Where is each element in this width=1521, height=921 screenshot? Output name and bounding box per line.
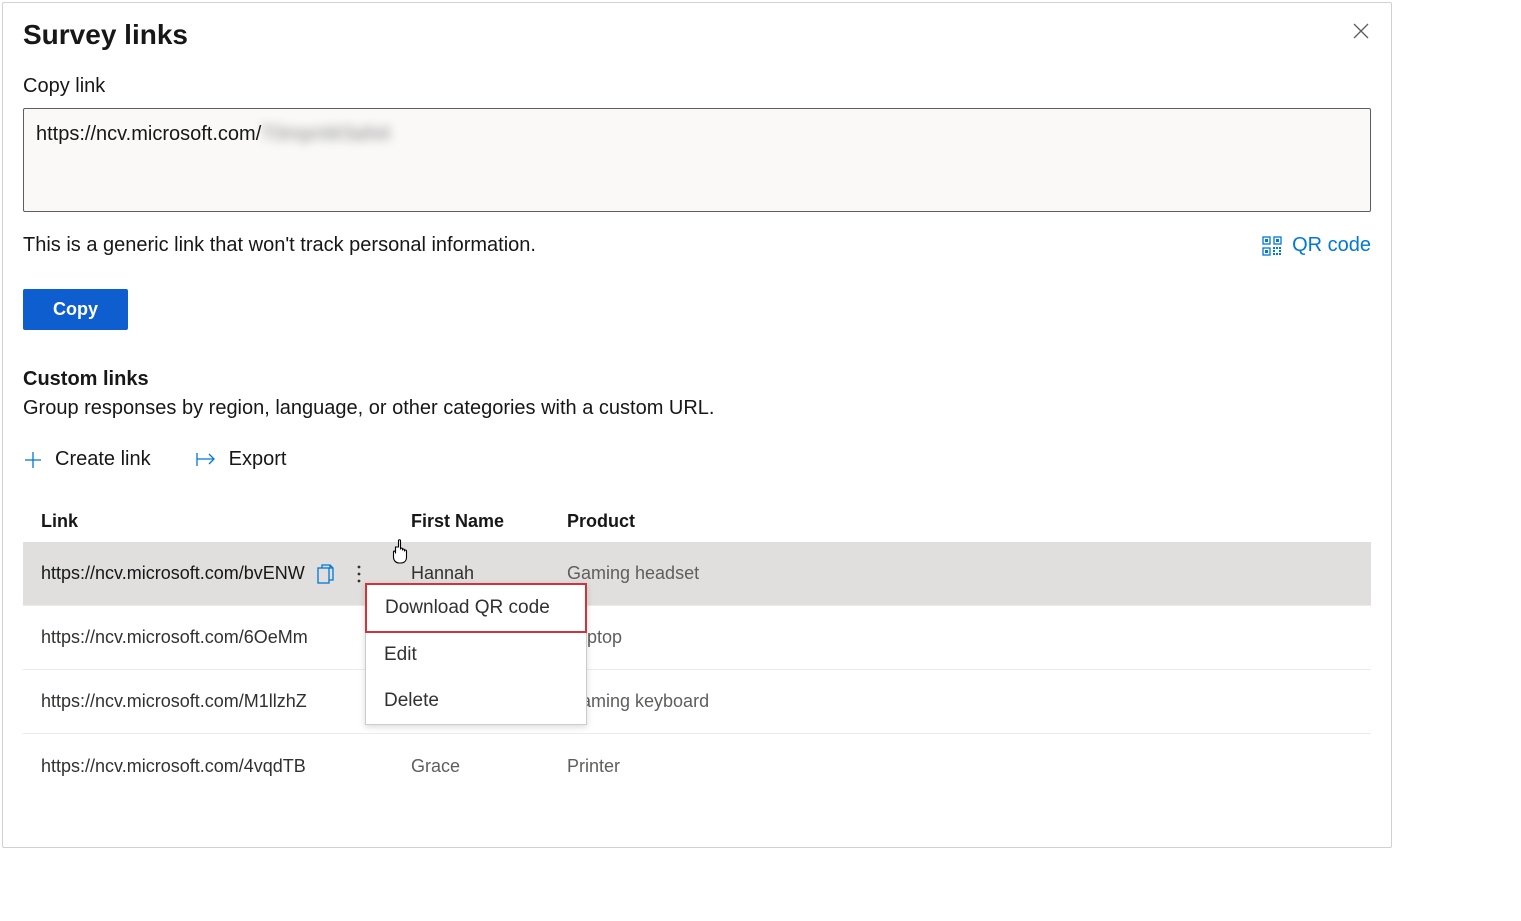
row-firstname: Grace	[411, 756, 567, 777]
row-link: https://ncv.microsoft.com/bvENW	[41, 563, 311, 584]
generic-link-blurred: T0mpnW3aN4	[261, 123, 390, 146]
row-copy-button[interactable]	[317, 564, 335, 584]
row-product: Printer	[567, 756, 1353, 777]
generic-link-box[interactable]: https://ncv.microsoft.com/T0mpnW3aN4	[23, 108, 1371, 212]
panel-header: Survey links	[23, 19, 1371, 75]
copy-icon	[317, 564, 335, 584]
hint-text: This is a generic link that won't track …	[23, 234, 536, 257]
row-link: https://ncv.microsoft.com/M1llzhZ	[41, 691, 311, 712]
table-row[interactable]: https://ncv.microsoft.com/6OeMm Laptop	[23, 606, 1371, 670]
col-header-product[interactable]: Product	[567, 511, 1353, 532]
custom-links-title: Custom links	[23, 368, 1371, 391]
copy-link-label: Copy link	[23, 75, 1371, 98]
more-vertical-icon	[357, 565, 361, 583]
col-header-link[interactable]: Link	[41, 511, 411, 532]
row-context-menu: Download QR code Edit Delete	[365, 583, 587, 725]
table-row[interactable]: https://ncv.microsoft.com/bvENW	[23, 542, 1371, 606]
row-link: https://ncv.microsoft.com/6OeMm	[41, 627, 311, 648]
row-link: https://ncv.microsoft.com/4vqdTB	[41, 756, 311, 777]
custom-links-actions: Create link Export	[23, 448, 1371, 471]
hint-row: This is a generic link that won't track …	[23, 234, 1371, 257]
export-label: Export	[229, 448, 287, 471]
row-product: Gaming keyboard	[567, 691, 1353, 712]
table-row[interactable]: https://ncv.microsoft.com/4vqdTB Grace P…	[23, 734, 1371, 798]
close-button[interactable]	[1347, 17, 1375, 48]
plus-icon	[23, 450, 43, 470]
table-header: Link First Name Product	[23, 501, 1371, 542]
export-icon	[195, 451, 217, 469]
table-row[interactable]: https://ncv.microsoft.com/M1llzhZ Gaming…	[23, 670, 1371, 734]
export-button[interactable]: Export	[195, 448, 287, 471]
qr-code-label: QR code	[1292, 234, 1371, 257]
qr-code-button[interactable]: QR code	[1262, 234, 1371, 257]
table-body: https://ncv.microsoft.com/bvENW	[23, 542, 1371, 798]
row-product: Gaming headset	[567, 563, 1353, 584]
survey-links-panel: Survey links Copy link https://ncv.micro…	[2, 2, 1392, 848]
page-title: Survey links	[23, 19, 188, 51]
create-link-button[interactable]: Create link	[23, 448, 151, 471]
generic-link-visible: https://ncv.microsoft.com/	[36, 123, 261, 145]
qr-icon	[1262, 236, 1282, 256]
close-icon	[1351, 21, 1371, 41]
row-product: Laptop	[567, 627, 1353, 648]
row-more-button[interactable]	[357, 565, 361, 583]
menu-delete[interactable]: Delete	[366, 678, 586, 724]
copy-button[interactable]: Copy	[23, 289, 128, 330]
custom-links-description: Group responses by region, language, or …	[23, 397, 1371, 420]
row-firstname: Hannah	[411, 563, 567, 584]
custom-links-table: Link First Name Product https://ncv.micr…	[23, 501, 1371, 798]
create-link-label: Create link	[55, 448, 151, 471]
menu-edit[interactable]: Edit	[366, 632, 586, 678]
col-header-firstname[interactable]: First Name	[411, 511, 567, 532]
menu-download-qr[interactable]: Download QR code	[365, 583, 587, 633]
